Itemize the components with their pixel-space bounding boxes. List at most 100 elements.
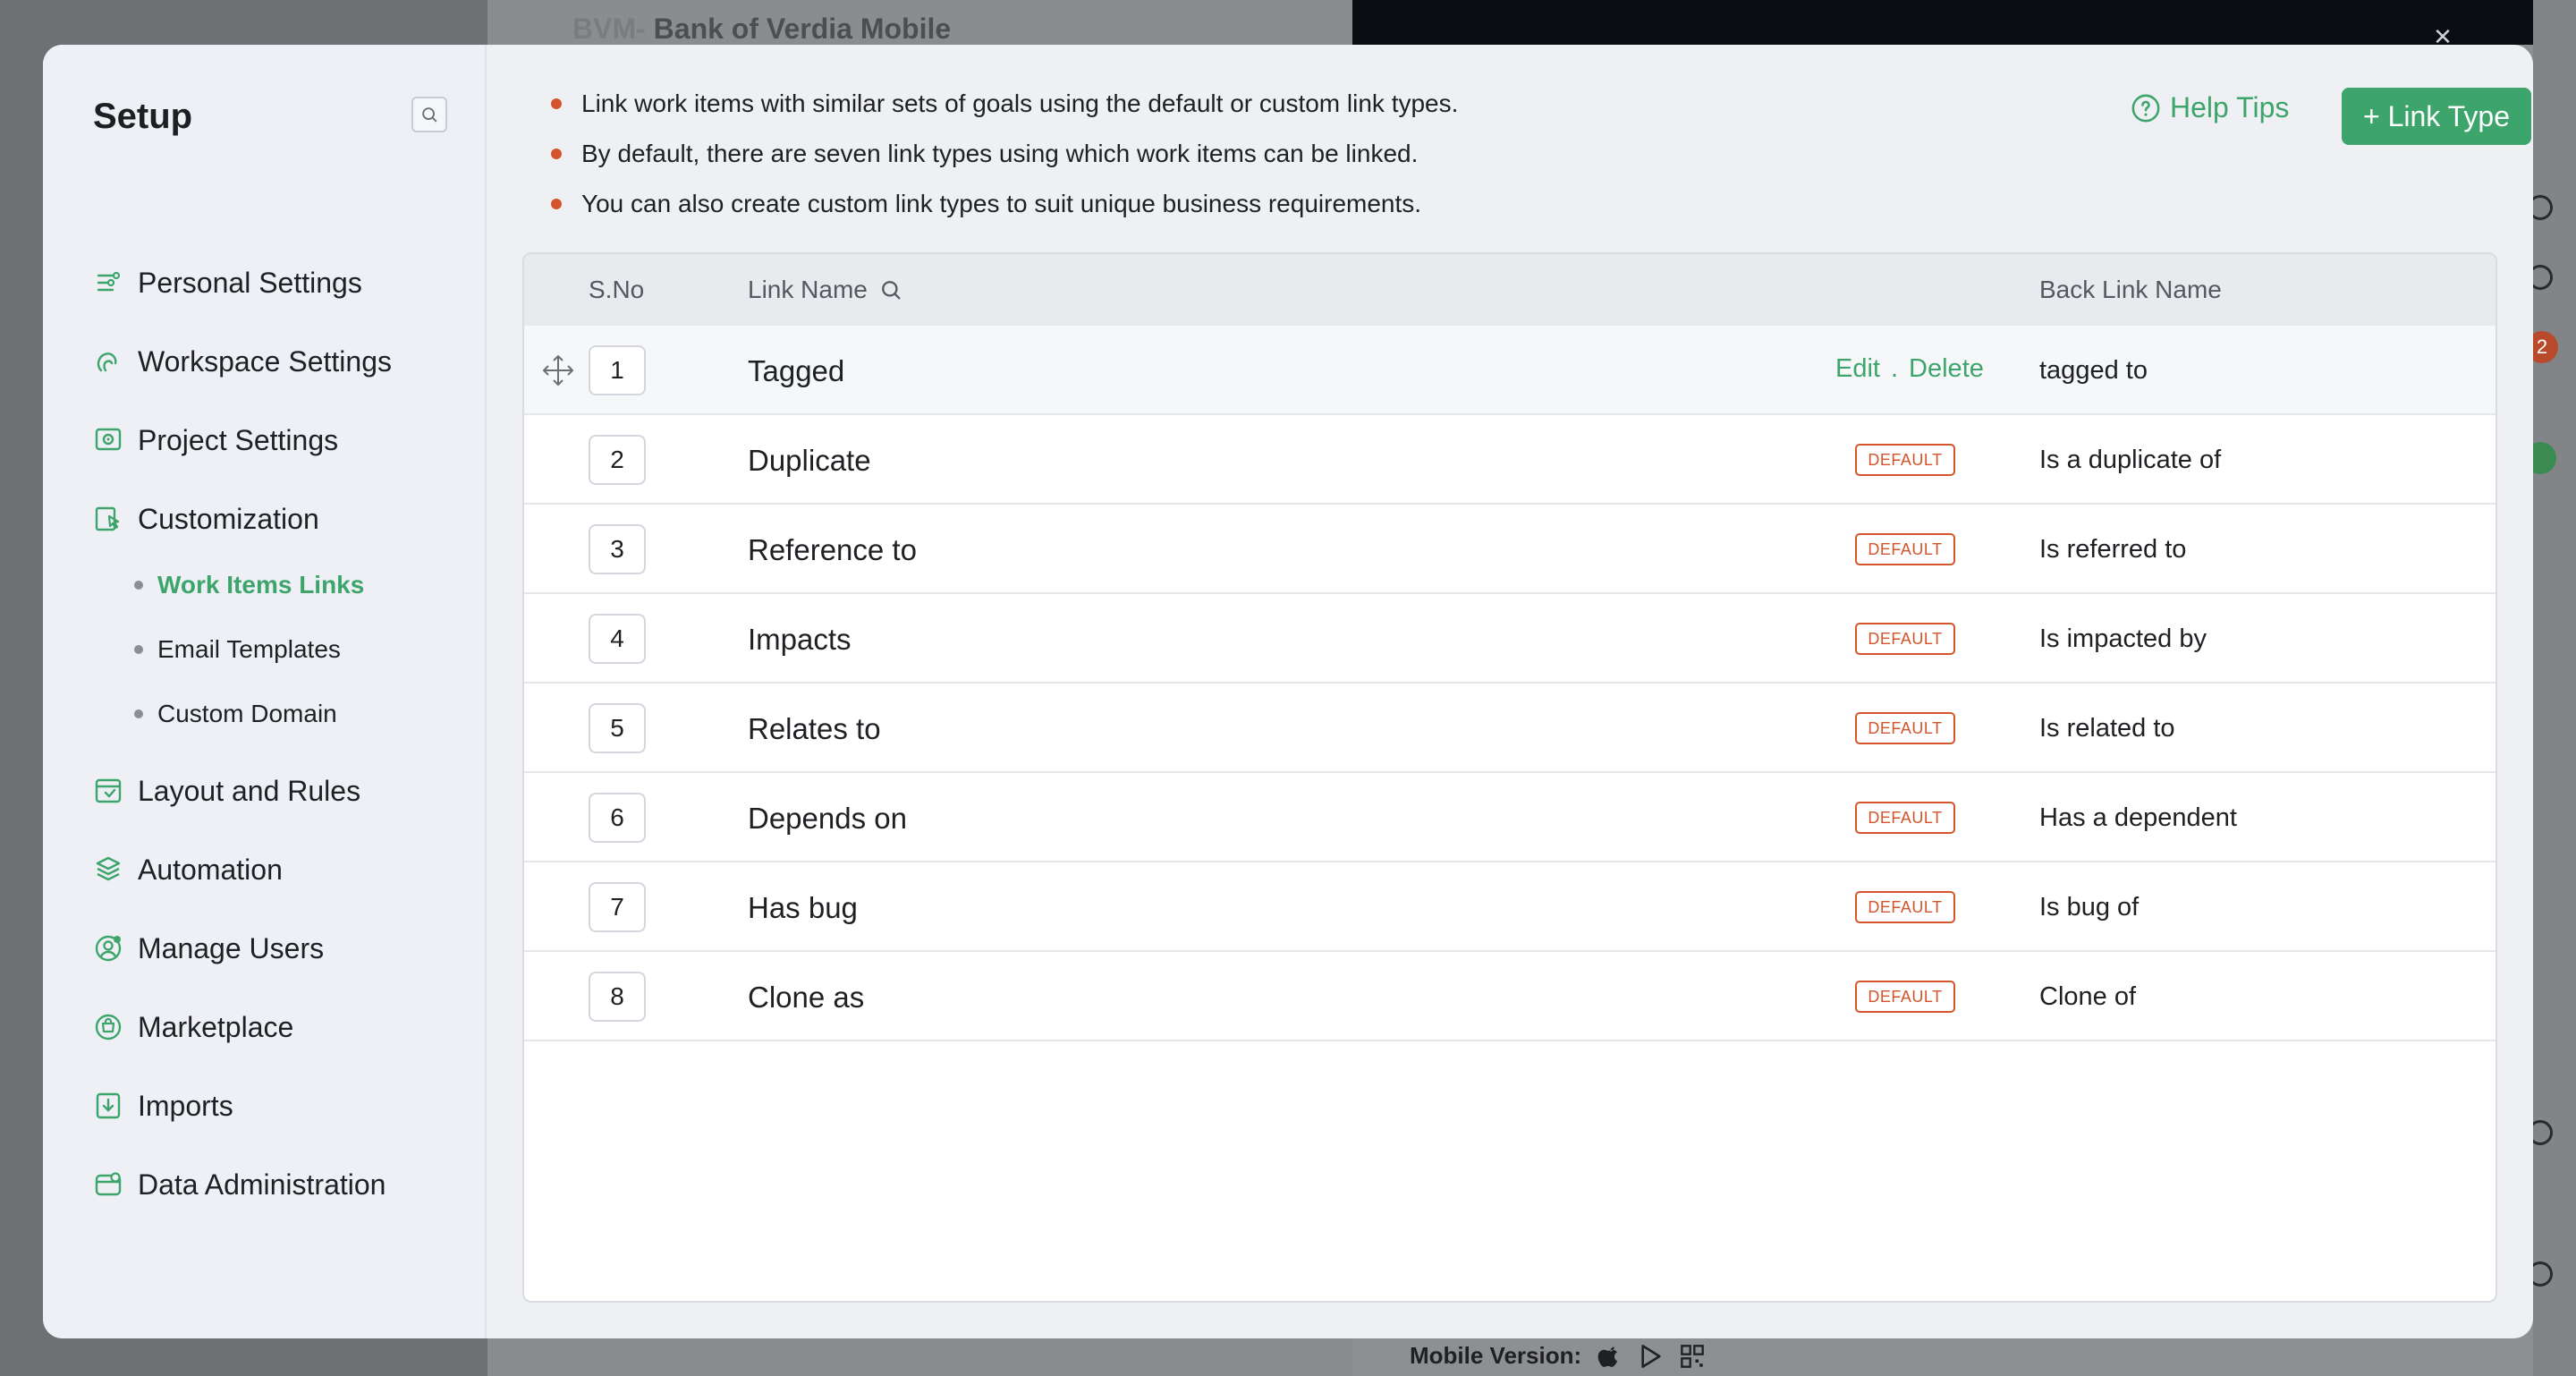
search-icon <box>422 107 437 123</box>
add-link-type-button[interactable]: + Link Type <box>2342 88 2531 145</box>
back-link-name: Has a dependent <box>2039 803 2237 832</box>
link-name: Clone as <box>748 981 865 1014</box>
nav-workspace-settings[interactable]: Workspace Settings <box>93 322 469 401</box>
customization-submenu: Work Items Links Email Templates Custom … <box>93 553 469 746</box>
project-name: Bank of Verdia Mobile <box>653 13 952 45</box>
back-link-name: Is impacted by <box>2039 624 2207 653</box>
nav-label: Project Settings <box>138 423 339 456</box>
subnav-label: Email Templates <box>157 635 341 663</box>
drag-handle-icon[interactable] <box>540 352 576 388</box>
data-administration-icon <box>93 1169 123 1200</box>
help-tips-link[interactable]: Help Tips <box>2131 91 2289 124</box>
table-row[interactable]: 5 Relates to DEFAULT Is related to <box>524 684 2496 773</box>
subnav-email-templates[interactable]: Email Templates <box>134 617 469 682</box>
marketplace-icon <box>93 1012 123 1042</box>
project-settings-icon <box>93 425 123 455</box>
table-row[interactable]: 2 Duplicate DEFAULT Is a duplicate of <box>524 415 2496 505</box>
help-tips-label: Help Tips <box>2170 91 2290 123</box>
personal-settings-icon <box>93 268 123 298</box>
row-number: 1 <box>589 345 646 395</box>
row-number: 5 <box>589 703 646 753</box>
work-items-links-panel: Link work items with similar sets of goa… <box>487 45 2533 1338</box>
table-row[interactable]: 6 Depends on DEFAULT Has a dependent <box>524 773 2496 862</box>
column-header-label: Link Name <box>748 276 868 303</box>
play-store-icon <box>1641 1344 1661 1368</box>
row-number: 4 <box>589 614 646 664</box>
default-badge: DEFAULT <box>1855 533 1955 565</box>
nav-label: Layout and Rules <box>138 774 361 807</box>
link-name: Relates to <box>748 712 881 745</box>
link-name: Depends on <box>748 802 907 835</box>
nav-label: Manage Users <box>138 931 325 964</box>
nav-manage-users[interactable]: Manage Users <box>93 909 469 988</box>
default-badge: DEFAULT <box>1855 981 1955 1013</box>
nav-customization[interactable]: Customization <box>93 480 469 558</box>
default-badge: DEFAULT <box>1855 891 1955 923</box>
setup-sidebar: Setup Personal Settings Workspace Settin… <box>43 45 487 1338</box>
back-link-name: Clone of <box>2039 982 2137 1011</box>
bullet-icon <box>551 149 562 159</box>
info-bullets: Link work items with similar sets of goa… <box>551 79 1458 229</box>
link-name: Tagged <box>748 354 845 387</box>
nav-marketplace[interactable]: Marketplace <box>93 988 469 1066</box>
layout-rules-icon <box>93 776 123 806</box>
help-icon <box>2131 94 2160 122</box>
back-link-name: Is bug of <box>2039 893 2140 922</box>
subnav-label: Work Items Links <box>157 571 365 599</box>
nav-imports[interactable]: Imports <box>93 1066 469 1145</box>
nav-personal-settings[interactable]: Personal Settings <box>93 243 469 322</box>
column-header-back-link-name: Back Link Name <box>2039 276 2222 303</box>
bullet-icon <box>134 709 143 718</box>
manage-users-icon <box>93 933 123 964</box>
row-actions: Edit . Delete <box>1835 354 1984 384</box>
nav-label: Automation <box>138 853 283 886</box>
row-number: 6 <box>589 793 646 843</box>
subnav-label: Custom Domain <box>157 700 337 727</box>
table-row[interactable]: 8 Clone as DEFAULT Clone of <box>524 952 2496 1041</box>
qr-code-icon <box>1681 1344 1704 1368</box>
background-dark-header <box>1352 0 2533 45</box>
table-header: S.No Link Name Back Link Name <box>524 254 2496 326</box>
row-number: 2 <box>589 435 646 485</box>
info-text: Link work items with similar sets of goa… <box>581 89 1459 117</box>
default-badge: DEFAULT <box>1855 802 1955 834</box>
back-link-name: tagged to <box>2039 356 2148 385</box>
bullet-icon <box>134 581 143 590</box>
customization-icon <box>93 504 123 534</box>
default-badge: DEFAULT <box>1855 712 1955 744</box>
row-number: 8 <box>589 972 646 1022</box>
nav-layout-and-rules[interactable]: Layout and Rules <box>93 752 469 830</box>
column-header-link-name: Link Name <box>748 276 903 304</box>
info-text: By default, there are seven link types u… <box>581 140 1419 167</box>
info-bullet: You can also create custom link types to… <box>551 179 1458 229</box>
link-name: Has bug <box>748 891 858 924</box>
subnav-work-items-links[interactable]: Work Items Links <box>134 553 469 617</box>
automation-icon <box>93 854 123 885</box>
setup-search-button[interactable] <box>411 97 447 132</box>
table-row[interactable]: 4 Impacts DEFAULT Is impacted by <box>524 594 2496 684</box>
link-name: Impacts <box>748 623 852 656</box>
link-types-table: S.No Link Name Back Link Name 1 Tagged E… <box>522 252 2497 1303</box>
edit-link[interactable]: Edit <box>1835 354 1880 384</box>
nav-label: Data Administration <box>138 1168 386 1201</box>
subnav-custom-domain[interactable]: Custom Domain <box>134 682 469 746</box>
table-row[interactable]: 1 Tagged Edit . Delete tagged to <box>524 326 2496 415</box>
workspace-settings-icon <box>93 346 123 377</box>
nav-label: Personal Settings <box>138 266 362 299</box>
nav-data-administration[interactable]: Data Administration <box>93 1145 469 1224</box>
nav-automation[interactable]: Automation <box>93 830 469 909</box>
search-icon[interactable] <box>878 277 903 302</box>
bullet-icon <box>551 98 562 109</box>
nav-label: Marketplace <box>138 1010 294 1043</box>
nav-project-settings[interactable]: Project Settings <box>93 401 469 480</box>
nav-label: Imports <box>138 1089 233 1122</box>
setup-modal: Setup Personal Settings Workspace Settin… <box>43 45 2533 1338</box>
bullet-icon <box>134 645 143 654</box>
table-row[interactable]: 7 Has bug DEFAULT Is bug of <box>524 862 2496 952</box>
setup-title: Setup <box>93 97 193 136</box>
delete-link[interactable]: Delete <box>1909 354 1984 384</box>
imports-icon <box>93 1091 123 1121</box>
table-row[interactable]: 3 Reference to DEFAULT Is referred to <box>524 505 2496 594</box>
action-separator: . <box>1890 354 1899 383</box>
info-bullet: Link work items with similar sets of goa… <box>551 79 1458 129</box>
